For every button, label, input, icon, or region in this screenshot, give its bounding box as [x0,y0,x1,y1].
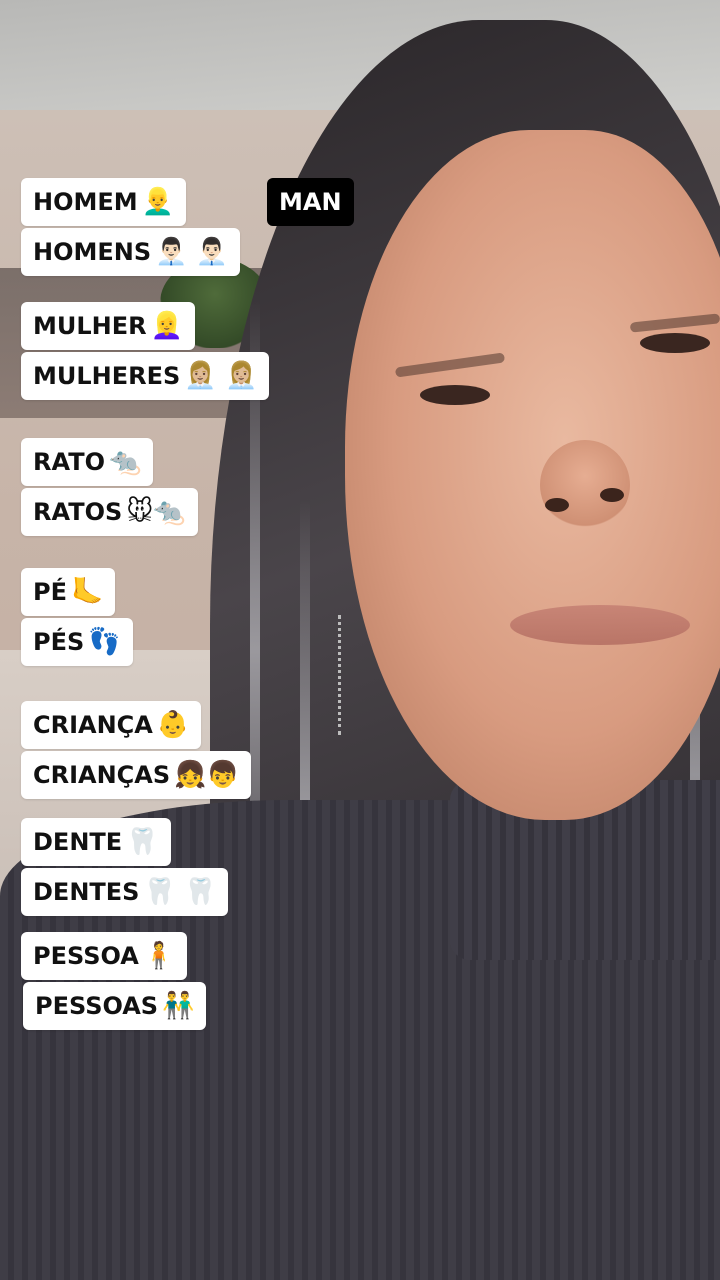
caption-text: RATOS [33,498,123,526]
earring [338,615,359,735]
caption-text: DENTES [33,878,140,906]
caption-homens: HOMENS 👨🏻‍💼 👨🏻‍💼 [21,228,241,276]
caption-mulher: MULHER 👱‍♀️ [21,302,195,350]
woman-emoji-icon: 👱‍♀️ [150,311,183,341]
children-emoji-icon: 👧👦 [174,760,239,790]
caption-dentes: DENTES 🦷 🦷 [21,868,229,916]
businessmen-emoji-icon: 👨🏻‍💼 👨🏻‍💼 [155,237,229,267]
caption-text: RATO [33,448,105,476]
caption-text: DENTE [33,828,123,856]
caption-rato: RATO 🐀 [21,438,154,486]
caption-pe: PÉ 🦶 [21,568,116,616]
person-face [345,130,720,820]
caption-ratos: RATOS 🐭🐀 [21,488,198,536]
caption-criancas: CRIANÇAS 👧👦 [21,751,251,799]
man-emoji-icon: 👱‍♂️ [141,187,175,217]
person-standing-emoji-icon: 🧍 [142,941,176,971]
left-eye [420,385,490,405]
foot-emoji-icon: 🦶 [70,577,104,607]
caption-pessoas: PESSOAS 👬 [23,982,207,1030]
caption-text: PESSOA [33,942,139,970]
caption-mulheres: MULHERES 👩🏼‍💼 👩🏼‍💼 [21,352,270,400]
translation-label: MAN [267,178,354,226]
rat-emoji-icon: 🐀 [108,447,142,477]
caption-text: MULHERES [33,362,181,390]
caption-text: PESSOAS [35,992,159,1020]
caption-text: HOMENS [33,238,152,266]
right-eye [640,333,710,353]
caption-dente: DENTE 🦷 [21,818,171,866]
nostril [600,488,624,502]
baby-emoji-icon: 👶 [156,710,190,740]
caption-pes: PÉS 👣 [21,618,133,666]
two-people-emoji-icon: 👬 [162,991,195,1021]
caption-text: PÉ [33,578,67,606]
caption-homem: HOMEM 👱‍♂️ [21,178,187,226]
mouse-rat-emoji-icon: 🐭🐀 [126,497,186,527]
caption-pessoa: PESSOA 🧍 [21,932,188,980]
person-nose [540,440,630,530]
caption-crianca: CRIANÇA 👶 [21,701,202,749]
footprints-emoji-icon: 👣 [88,627,121,657]
businesswomen-emoji-icon: 👩🏼‍💼 👩🏼‍💼 [184,361,258,391]
caption-text: HOMEM [33,188,138,216]
person-mouth [510,605,690,645]
caption-text: CRIANÇAS [33,761,171,789]
caption-text: CRIANÇA [33,711,153,739]
caption-text: PÉS [33,628,85,656]
teeth-emoji-icon: 🦷 🦷 [143,877,217,907]
caption-text: MULHER [33,312,147,340]
nostril [545,498,569,512]
tooth-emoji-icon: 🦷 [126,827,159,857]
video-frame: MAN HOMEM 👱‍♂️ HOMENS 👨🏻‍💼 👨🏻‍💼 MULHER 👱… [0,0,720,1280]
